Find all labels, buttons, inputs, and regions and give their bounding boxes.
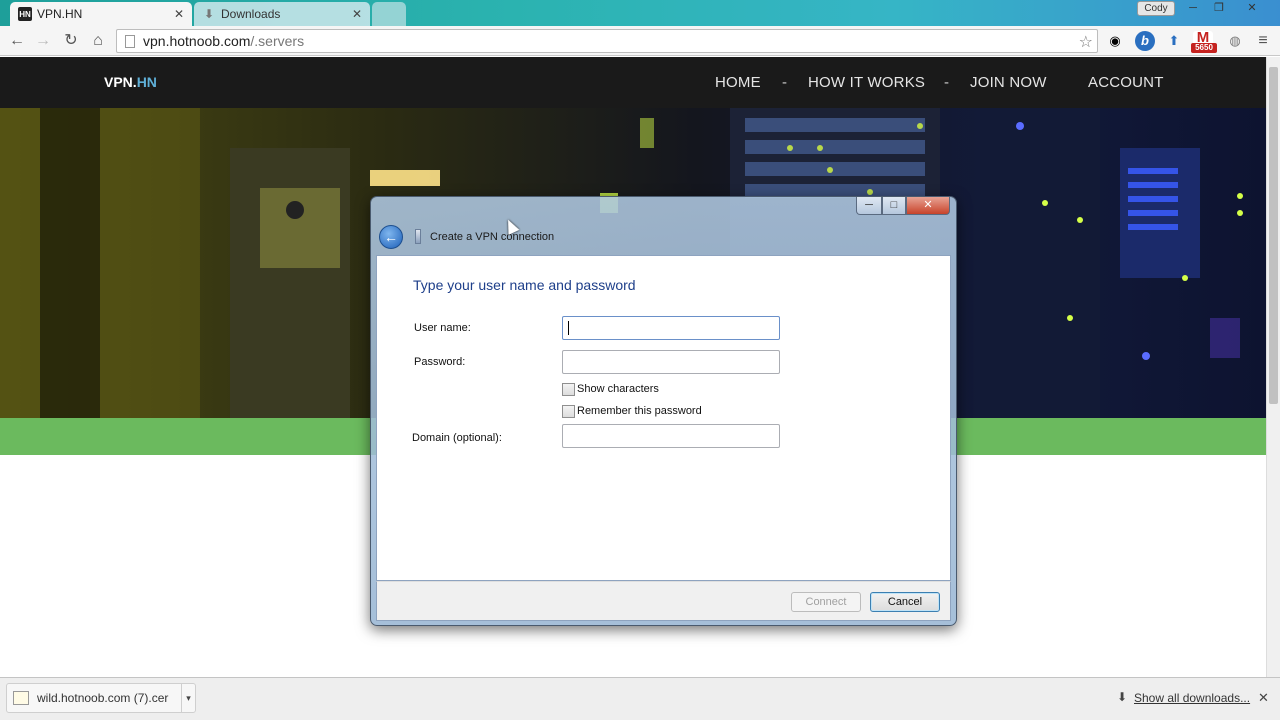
tab-title: VPN.HN bbox=[37, 7, 83, 21]
logo-main: VPN. bbox=[104, 74, 137, 90]
nav-how-it-works[interactable]: HOW IT WORKS bbox=[808, 74, 925, 91]
remember-password-checkbox[interactable] bbox=[562, 405, 575, 418]
url-host: vpn.hotnoob.com bbox=[143, 33, 251, 49]
tab-strip: HN VPN.HN ✕ ⬇ Downloads ✕ Cody ─ ❐ ✕ bbox=[0, 0, 1280, 26]
b-extension-icon[interactable]: b bbox=[1135, 31, 1155, 51]
certificate-icon bbox=[13, 691, 29, 705]
tab-downloads[interactable]: ⬇ Downloads ✕ bbox=[194, 2, 370, 26]
password-label: Password: bbox=[414, 356, 466, 368]
text-caret bbox=[568, 321, 569, 335]
minimize-icon[interactable]: ─ bbox=[1181, 2, 1205, 16]
restore-icon[interactable]: ❐ bbox=[1207, 2, 1231, 16]
back-icon[interactable]: ← bbox=[6, 30, 28, 52]
username-label: User name: bbox=[414, 322, 471, 334]
vpn-connection-dialog: ─ □ ✕ ← Create a VPN connection Type you… bbox=[370, 196, 957, 626]
gmail-extension-icon[interactable]: M 5650 bbox=[1191, 30, 1217, 53]
network-icon bbox=[415, 229, 421, 244]
browser-toolbar: ← → ↻ ⌂ vpn.hotnoob.com/.servers ☆ ◉ b ⬆… bbox=[0, 26, 1280, 56]
home-icon[interactable]: ⌂ bbox=[87, 30, 109, 52]
address-bar[interactable]: vpn.hotnoob.com/.servers ☆ bbox=[116, 29, 1098, 53]
dialog-maximize-icon[interactable]: □ bbox=[882, 197, 906, 215]
show-characters-label[interactable]: Show characters bbox=[577, 383, 659, 395]
scrollbar-thumb[interactable] bbox=[1269, 67, 1278, 404]
username-input[interactable] bbox=[562, 316, 780, 340]
site-navbar: VPN.HN HOME - HOW IT WORKS - JOIN NOW AC… bbox=[0, 57, 1266, 108]
close-icon[interactable]: ✕ bbox=[352, 7, 362, 21]
password-input[interactable] bbox=[562, 350, 780, 374]
dialog-minimize-icon[interactable]: ─ bbox=[856, 197, 882, 215]
back-arrow-icon[interactable]: ← bbox=[379, 225, 403, 249]
profile-button[interactable]: Cody bbox=[1137, 1, 1175, 16]
globe-extension-icon[interactable]: ◍ bbox=[1225, 31, 1245, 51]
dialog-body: Type your user name and password User na… bbox=[376, 255, 951, 581]
download-extension-icon[interactable]: ⬆ bbox=[1164, 31, 1184, 51]
dialog-title: Create a VPN connection bbox=[430, 231, 555, 243]
menu-icon[interactable]: ≡ bbox=[1253, 31, 1273, 51]
show-characters-checkbox[interactable] bbox=[562, 383, 575, 396]
downloads-bar: wild.hotnoob.com (7).cer ▾ ⬇ Show all do… bbox=[0, 677, 1280, 720]
logo-accent: HN bbox=[136, 74, 157, 90]
mask-extension-icon[interactable]: ◉ bbox=[1105, 31, 1125, 51]
tab-title: Downloads bbox=[221, 7, 281, 21]
dialog-close-icon[interactable]: ✕ bbox=[906, 197, 950, 215]
nav-separator: - bbox=[782, 74, 787, 91]
close-icon[interactable]: ✕ bbox=[174, 7, 184, 21]
new-tab-button[interactable] bbox=[372, 2, 406, 26]
nav-join-now[interactable]: JOIN NOW bbox=[970, 74, 1047, 91]
show-all-downloads-link[interactable]: Show all downloads... bbox=[1134, 691, 1250, 705]
bookmark-star-icon[interactable]: ☆ bbox=[1079, 32, 1093, 52]
download-arrow-icon: ⬇ bbox=[1117, 690, 1128, 704]
remember-password-label[interactable]: Remember this password bbox=[577, 405, 702, 417]
hn-favicon-icon: HN bbox=[18, 7, 32, 21]
dialog-footer: Connect Cancel bbox=[376, 581, 951, 621]
chevron-down-icon[interactable]: ▾ bbox=[181, 684, 195, 712]
download-item[interactable]: wild.hotnoob.com (7).cer ▾ bbox=[6, 683, 196, 713]
dialog-title-buttons: ─ □ ✕ bbox=[856, 197, 950, 215]
nav-home[interactable]: HOME bbox=[715, 74, 761, 91]
close-window-icon[interactable]: ✕ bbox=[1240, 2, 1264, 16]
tab-vpn-hn[interactable]: HN VPN.HN ✕ bbox=[10, 2, 192, 26]
screen: HN VPN.HN ✕ ⬇ Downloads ✕ Cody ─ ❐ ✕ ← →… bbox=[0, 0, 1280, 720]
download-filename: wild.hotnoob.com (7).cer bbox=[37, 691, 169, 705]
nav-account[interactable]: ACCOUNT bbox=[1088, 74, 1164, 91]
page-icon bbox=[125, 34, 135, 48]
download-icon: ⬇ bbox=[203, 7, 215, 21]
domain-label: Domain (optional): bbox=[412, 432, 502, 444]
gmail-badge: 5650 bbox=[1191, 43, 1217, 53]
url-path: /.servers bbox=[250, 33, 305, 49]
close-icon[interactable]: ✕ bbox=[1258, 690, 1269, 706]
domain-input[interactable] bbox=[562, 424, 780, 448]
page-scrollbar[interactable] bbox=[1266, 57, 1280, 677]
reload-icon[interactable]: ↻ bbox=[60, 30, 82, 52]
site-logo[interactable]: VPN.HN bbox=[104, 74, 157, 90]
dialog-heading: Type your user name and password bbox=[413, 277, 636, 293]
nav-separator: - bbox=[944, 74, 949, 91]
cancel-button[interactable]: Cancel bbox=[870, 592, 940, 612]
connect-button[interactable]: Connect bbox=[791, 592, 861, 612]
forward-icon[interactable]: → bbox=[32, 30, 54, 52]
